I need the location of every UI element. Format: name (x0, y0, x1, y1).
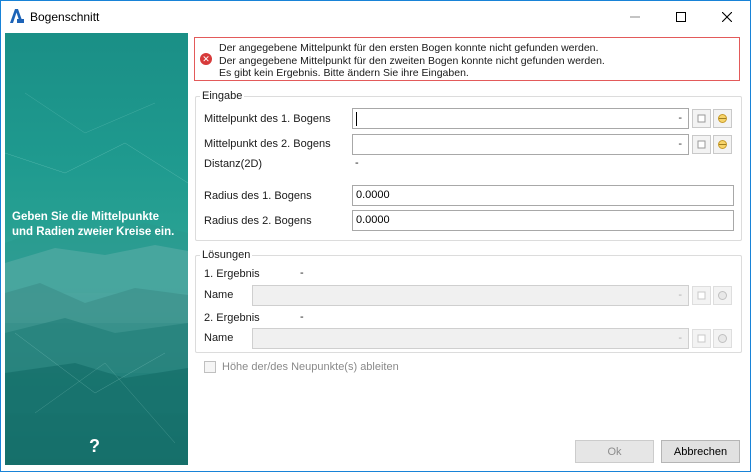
radius2-input[interactable]: 0.0000 (352, 210, 734, 231)
ok-button[interactable]: Ok (575, 440, 654, 463)
result1-value: - (300, 267, 304, 279)
error-line: Der angegebene Mittelpunkt für den erste… (219, 42, 599, 54)
center1-select-button[interactable] (692, 109, 711, 128)
pick-in-drawing-icon (718, 140, 727, 149)
error-line: Es gibt kein Ergebnis. Bitte ändern Sie … (219, 67, 469, 79)
name2-label: Name (204, 332, 234, 344)
minimize-button[interactable] (612, 1, 658, 32)
center2-select-button[interactable] (692, 135, 711, 154)
center1-value: - (678, 112, 682, 124)
center1-label: Mittelpunkt des 1. Bogens (204, 113, 331, 125)
error-icon: ✕ (200, 53, 212, 65)
minimize-icon (630, 16, 640, 17)
solutions-group-title: Lösungen (200, 249, 253, 261)
name2-field[interactable]: - (252, 328, 689, 349)
pick-in-drawing-icon (718, 334, 727, 343)
help-icon[interactable]: ? (89, 436, 100, 457)
side-hint-text: Geben Sie die Mittelpunkte und Radien zw… (12, 211, 175, 238)
result2-label: 2. Ergebnis (204, 312, 260, 324)
maximize-button[interactable] (658, 1, 704, 32)
result1-label: 1. Ergebnis (204, 268, 260, 280)
name1-pick-button[interactable] (713, 286, 732, 305)
close-button[interactable] (704, 1, 750, 32)
cancel-button[interactable]: Abbrechen (661, 440, 740, 463)
center2-field[interactable]: - (352, 134, 689, 155)
name1-label: Name (204, 289, 234, 301)
close-icon (722, 11, 732, 22)
title-bar: Bogenschnitt (1, 1, 750, 32)
name1-field[interactable]: - (252, 285, 689, 306)
pick-in-drawing-icon (718, 114, 727, 123)
distance-value: - (355, 157, 359, 169)
select-point-icon (697, 114, 706, 123)
select-point-icon (697, 140, 706, 149)
distance-label: Distanz(2D) (204, 158, 263, 170)
center2-pick-button[interactable] (713, 135, 732, 154)
pick-in-drawing-icon (718, 291, 727, 300)
center1-pick-button[interactable] (713, 109, 732, 128)
input-group-title: Eingabe (200, 90, 245, 102)
maximize-icon (676, 11, 686, 22)
select-point-icon (697, 291, 706, 300)
center1-field[interactable]: - (352, 108, 689, 129)
name2-value: - (678, 332, 682, 344)
window-title: Bogenschnitt (30, 10, 100, 24)
dialog-window: Bogenschnitt Geben Sie die Mittelpunkte … (0, 0, 751, 472)
derive-height-option[interactable]: Höhe der/des Neupunkte(s) ableiten (204, 361, 399, 373)
radius1-label: Radius des 1. Bogens (204, 190, 312, 202)
name2-select-button[interactable] (692, 329, 711, 348)
derive-height-label: Höhe der/des Neupunkte(s) ableiten (222, 361, 399, 373)
radius1-input[interactable]: 0.0000 (352, 185, 734, 206)
error-lines: Der angegebene Mittelpunkt für den erste… (219, 42, 605, 80)
name2-pick-button[interactable] (713, 329, 732, 348)
name1-select-button[interactable] (692, 286, 711, 305)
side-panel: Geben Sie die Mittelpunkte und Radien zw… (5, 33, 188, 465)
text-caret (356, 112, 357, 126)
error-message-box: ✕ Der angegebene Mittelpunkt für den ers… (194, 37, 740, 81)
result2-value: - (300, 311, 304, 323)
name1-value: - (678, 289, 682, 301)
landscape-illustration (5, 92, 188, 465)
radius2-label: Radius des 2. Bogens (204, 215, 312, 227)
select-point-icon (697, 334, 706, 343)
app-logo-icon (10, 9, 24, 23)
derive-height-checkbox[interactable] (204, 361, 216, 373)
center2-value: - (678, 138, 682, 150)
center2-label: Mittelpunkt des 2. Bogens (204, 138, 331, 150)
error-line: Der angegebene Mittelpunkt für den zweit… (219, 54, 605, 67)
